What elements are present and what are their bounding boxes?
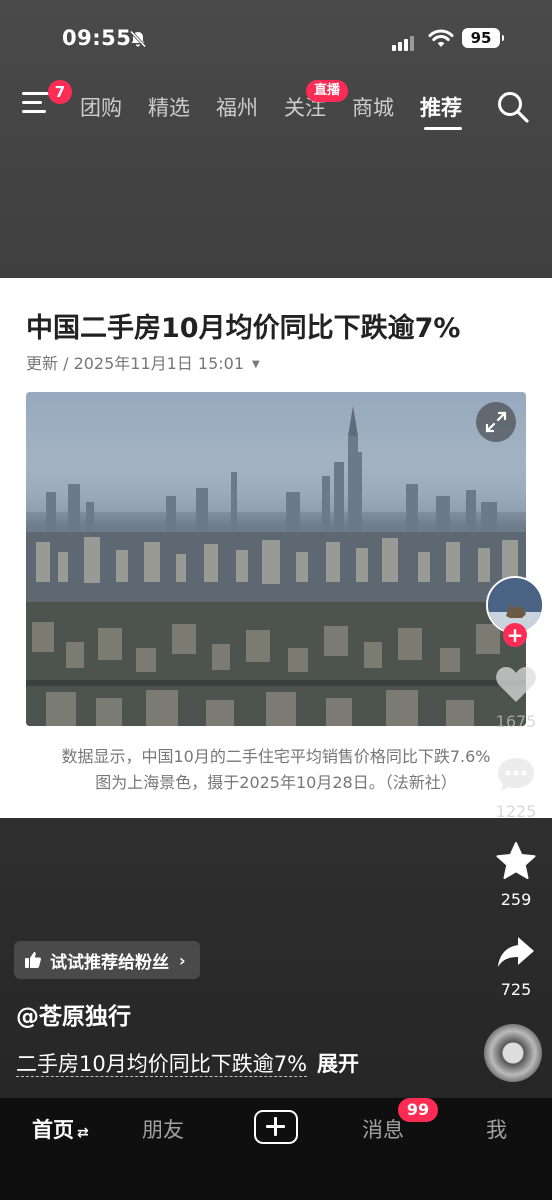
search-icon[interactable]: [496, 90, 530, 124]
star-icon: [496, 842, 536, 879]
favorite-button[interactable]: 259: [484, 840, 548, 909]
live-badge: 直播: [306, 80, 348, 102]
tab-mall[interactable]: 商城: [352, 92, 394, 122]
tab-recommend[interactable]: 推荐: [420, 92, 462, 122]
tab-group-buy[interactable]: 团购: [80, 92, 122, 122]
nav-friends[interactable]: 朋友: [142, 1114, 184, 1144]
comment-button[interactable]: 1225: [484, 754, 548, 821]
article-headline: 中国二手房10月均价同比下跌逾7%: [26, 313, 461, 344]
like-button[interactable]: 1675: [484, 664, 548, 731]
nav-home[interactable]: 首页 ⇄: [32, 1114, 89, 1144]
nav-me[interactable]: 我: [486, 1114, 507, 1144]
comment-icon: [498, 758, 534, 791]
recommend-label: 试试推荐给粉丝: [50, 952, 169, 973]
expand-description-button[interactable]: 展开: [317, 1052, 359, 1076]
chevron-right-icon: ›: [179, 950, 186, 970]
like-count: 1675: [495, 712, 537, 731]
share-count: 725: [500, 980, 532, 999]
switch-arrows-icon: ⇄: [77, 1125, 89, 1141]
caret-down-icon[interactable]: ▼: [252, 359, 260, 370]
nav-messages[interactable]: 消息: [362, 1114, 404, 1144]
thumbs-up-icon: [25, 952, 41, 968]
description-tag[interactable]: 二手房10月均价同比下跌逾7%: [16, 1052, 308, 1077]
article-photo: [26, 392, 526, 726]
share-button[interactable]: 725: [484, 932, 548, 999]
caption-line-1: 数据显示，中国10月的二手住宅平均销售价格同比下跌7.6%: [61, 747, 491, 766]
tab-featured[interactable]: 精选: [148, 92, 190, 122]
cellular-signal-icon: [392, 32, 416, 51]
active-tab-indicator: [424, 127, 462, 130]
follow-button[interactable]: +: [503, 623, 527, 647]
bell-mute-icon: [129, 30, 147, 48]
photo-caption: 数据显示，中国10月的二手住宅平均销售价格同比下跌7.6% 图为上海景色，摄于2…: [26, 744, 526, 796]
messages-badge: 99: [398, 1098, 438, 1122]
article-card[interactable]: 中国二手房10月均价同比下跌逾7% 更新 / 2025年11月1日 15:01 ▼: [0, 278, 552, 818]
expand-icon: [485, 411, 507, 433]
menu-button[interactable]: [22, 92, 50, 118]
article-updated: 更新 / 2025年11月1日 15:01 ▼: [26, 350, 260, 374]
battery-indicator: 95: [462, 28, 504, 48]
status-time: 09:55: [62, 26, 132, 50]
share-arrow-icon: [498, 937, 534, 967]
bottom-nav: 首页 ⇄ 朋友 消息 99 我: [0, 1098, 552, 1200]
status-bar: 09:55 95: [0, 26, 552, 56]
city-skyline-image: [26, 392, 526, 726]
tab-local[interactable]: 福州: [216, 92, 258, 122]
top-nav: 7 团购 精选 福州 关注 直播 商城 推荐: [0, 78, 552, 134]
caption-line-2: 图为上海景色，摄于2025年10月28日。（法新社）: [95, 773, 457, 792]
expand-image-button[interactable]: [476, 402, 516, 442]
favorite-count: 259: [500, 890, 532, 909]
music-disc-icon[interactable]: [484, 1024, 542, 1082]
article-updated-text: 更新 / 2025年11月1日 15:01: [26, 354, 245, 373]
wifi-icon: [428, 29, 454, 47]
heart-icon: [496, 667, 536, 702]
menu-badge: 7: [48, 80, 72, 104]
recommend-to-fans-button[interactable]: 试试推荐给粉丝 ›: [14, 941, 200, 979]
author-name[interactable]: @苍原独行: [16, 997, 131, 1031]
hamburger-icon: [22, 92, 50, 95]
post-description: 二手房10月均价同比下跌逾7% 展开: [16, 1048, 359, 1078]
create-post-button[interactable]: [254, 1110, 298, 1144]
comment-count: 1225: [495, 802, 537, 821]
nav-home-label: 首页: [32, 1118, 74, 1142]
